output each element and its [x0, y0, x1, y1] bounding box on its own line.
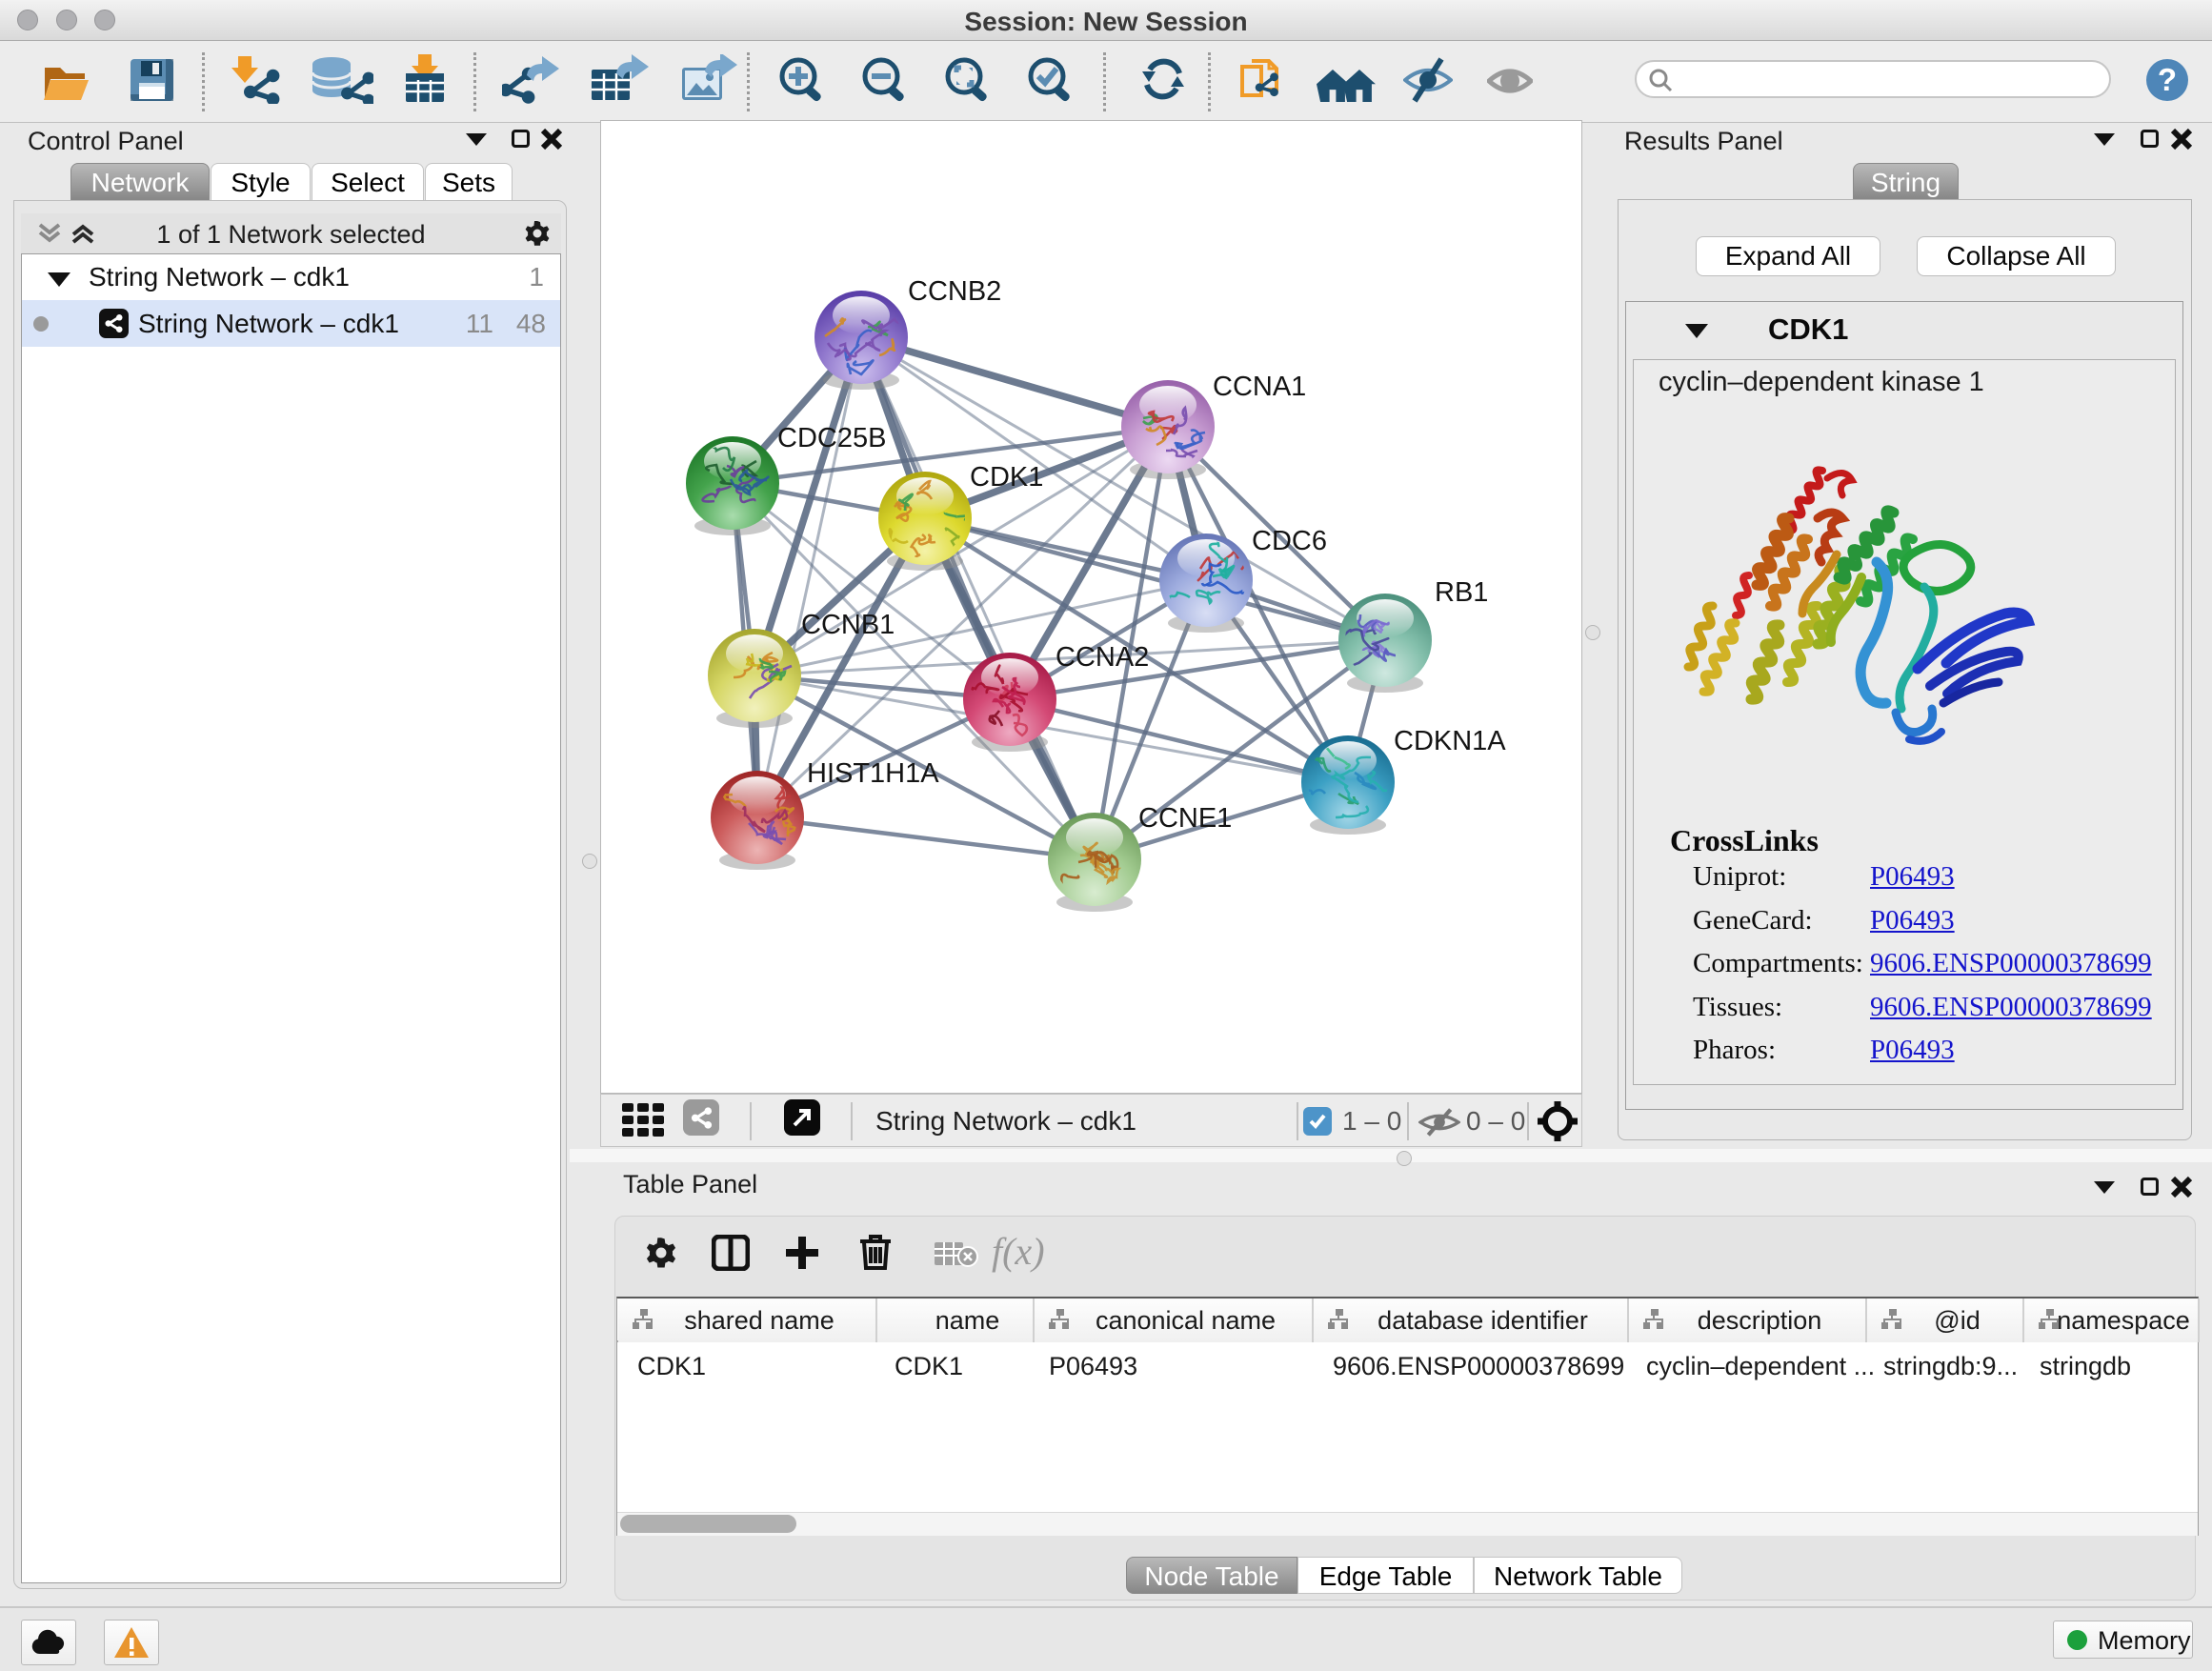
svg-text:HIST1H1A: HIST1H1A: [807, 758, 939, 789]
svg-text:RB1: RB1: [1435, 577, 1488, 608]
svg-text:CDC25B: CDC25B: [777, 423, 886, 453]
svg-text:CDC6: CDC6: [1252, 526, 1327, 556]
svg-text:CCNB2: CCNB2: [908, 276, 1001, 307]
svg-text:CDK1: CDK1: [970, 462, 1043, 493]
svg-text:CCNB1: CCNB1: [801, 610, 895, 640]
svg-text:CDKN1A: CDKN1A: [1394, 726, 1506, 756]
svg-text:CCNA1: CCNA1: [1213, 372, 1306, 402]
svg-text:CCNE1: CCNE1: [1138, 803, 1232, 834]
svg-text:CCNA2: CCNA2: [1056, 642, 1149, 673]
